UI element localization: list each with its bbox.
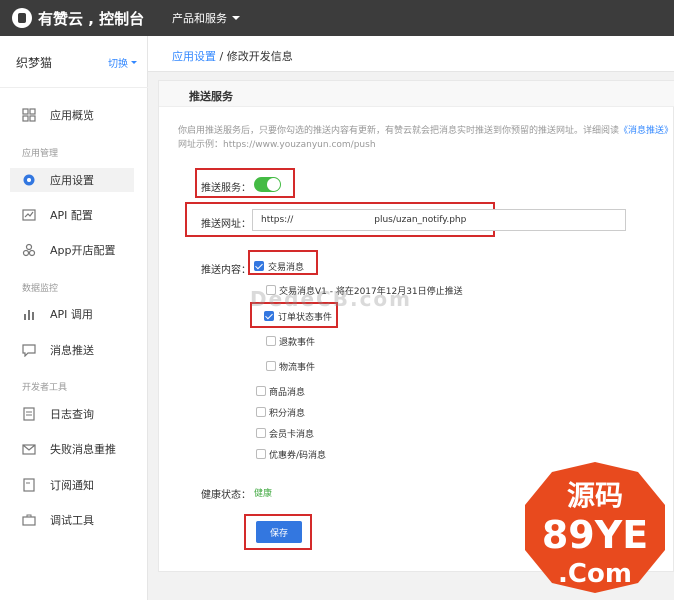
sidebar-item-app-settings[interactable]: 应用设置 [10, 168, 134, 192]
switch-shop-button[interactable]: 切换 [108, 55, 137, 70]
push-service-label: 推送服务： [201, 183, 251, 194]
sidebar-item-label: 应用概览 [50, 109, 94, 122]
sidebar-item-label: API 配置 [50, 209, 93, 222]
push-url-input[interactable] [252, 209, 626, 231]
breadcrumb-app-settings-link[interactable]: 应用设置 [172, 50, 216, 63]
sidebar-item-label: 日志查询 [50, 408, 94, 421]
badge-line2: 89YE [542, 513, 648, 557]
breadcrumb-bar: 应用设置 / 修改开发信息 [148, 36, 674, 72]
sidebar-item-api-calls[interactable]: API 调用 [10, 302, 134, 326]
product-message-label: 商品消息 [269, 388, 306, 398]
sidebar-item-overview[interactable]: 应用概览 [10, 103, 134, 127]
push-service-toggle[interactable] [254, 177, 281, 192]
gear-icon [23, 174, 35, 186]
sidebar-item-label: 订阅通知 [50, 479, 94, 492]
brand-title: 有赞云 , 控制台 [38, 9, 145, 28]
coupon-message-label: 优惠券/码消息 [269, 451, 327, 461]
products-menu-label: 产品和服务 [172, 12, 227, 25]
brand[interactable]: 有赞云 , 控制台 [12, 6, 144, 30]
card-title: 推送服务 [189, 90, 233, 103]
url-example: 网址示例：https://www.youzanyun.com/push [178, 140, 376, 150]
push-url-label: 推送网址： [201, 219, 251, 230]
toggle-knob [267, 178, 280, 191]
toolbox-icon [22, 514, 36, 526]
member-card-label: 会员卡消息 [269, 430, 315, 440]
sidebar-item-label: 应用设置 [50, 174, 94, 187]
chevron-down-icon [131, 61, 137, 64]
points-message-label: 积分消息 [269, 409, 306, 419]
member-card-checkbox[interactable] [256, 428, 266, 438]
sidebar-item-label: App开店配置 [50, 244, 116, 257]
order-status-label: 订单状态事件 [278, 313, 333, 323]
chevron-down-icon [232, 16, 240, 20]
breadcrumb: 应用设置 / 修改开发信息 [172, 48, 293, 64]
logistics-event-checkbox[interactable] [266, 361, 276, 371]
message-icon [22, 344, 36, 357]
sidebar-item-log-query[interactable]: 日志查询 [10, 402, 134, 426]
breadcrumb-current: 修改开发信息 [226, 50, 293, 63]
sidebar-item-label: 调试工具 [50, 514, 94, 527]
products-menu[interactable]: 产品和服务 [172, 10, 240, 26]
sidebar-item-label: 失败消息重推 [50, 443, 116, 456]
trade-message-checkbox[interactable] [254, 261, 264, 271]
shop-name: 织梦猫 [16, 56, 53, 70]
health-label: 健康状态： [201, 490, 251, 501]
sidebar-group-data-monitor: 数据监控 [22, 284, 59, 294]
bar-chart-icon [24, 310, 34, 320]
push-content-label: 推送内容： [201, 265, 251, 276]
message-push-doc-link[interactable]: 《消息推送》 [619, 126, 673, 136]
refund-event-checkbox[interactable] [266, 336, 276, 346]
resend-icon [22, 444, 36, 455]
sidebar-item-label: 消息推送 [50, 344, 94, 357]
trade-message-label: 交易消息 [268, 263, 305, 273]
refund-event-label: 退款事件 [279, 338, 316, 348]
order-status-checkbox[interactable] [264, 311, 274, 321]
badge-line3: .Com [558, 559, 632, 589]
switch-shop-label: 切换 [108, 59, 128, 70]
source-badge-watermark: 源码 89YE .Com [525, 462, 665, 593]
push-service-description: 你启用推送服务后，只要你勾选的推送内容有更新，有赞云就会把消息实时推送到你预留的… [178, 124, 674, 152]
description-text: 你启用推送服务后，只要你勾选的推送内容有更新，有赞云就会把消息实时推送到你预留的… [178, 126, 620, 136]
logistics-event-label: 物流事件 [279, 363, 316, 373]
card-header: 推送服务 [159, 81, 674, 107]
log-icon [23, 407, 35, 421]
api-config-icon [22, 209, 36, 221]
sidebar-group-app-management: 应用管理 [22, 149, 59, 159]
sidebar-item-resend-failed[interactable]: 失败消息重推 [10, 437, 134, 461]
points-message-checkbox[interactable] [256, 407, 266, 417]
subscribe-icon [23, 478, 35, 492]
sidebar-item-app-store-config[interactable]: App开店配置 [10, 238, 134, 262]
save-button[interactable]: 保存 [256, 521, 302, 543]
breadcrumb-separator: / [216, 50, 227, 63]
badge-line1: 源码 [567, 479, 623, 512]
product-message-checkbox[interactable] [256, 386, 266, 396]
watermark-text: DedeCB.com [250, 287, 413, 311]
sidebar-item-api-config[interactable]: API 配置 [10, 203, 134, 227]
health-status: 健康 [254, 489, 273, 499]
top-bar: 有赞云 , 控制台 产品和服务 [0, 0, 674, 36]
sidebar-item-debug-tools[interactable]: 调试工具 [10, 508, 134, 532]
shop-selector: 织梦猫 切换 [0, 36, 148, 88]
sidebar-item-subscribe-notify[interactable]: 订阅通知 [10, 473, 134, 497]
sidebar-item-label: API 调用 [50, 308, 93, 321]
coupon-message-checkbox[interactable] [256, 449, 266, 459]
sidebar-item-message-push[interactable]: 消息推送 [10, 338, 134, 362]
youzan-logo-icon [12, 8, 32, 28]
grid-icon [22, 108, 36, 122]
apps-icon [22, 243, 36, 257]
sidebar-group-developer-tools: 开发者工具 [22, 383, 68, 393]
